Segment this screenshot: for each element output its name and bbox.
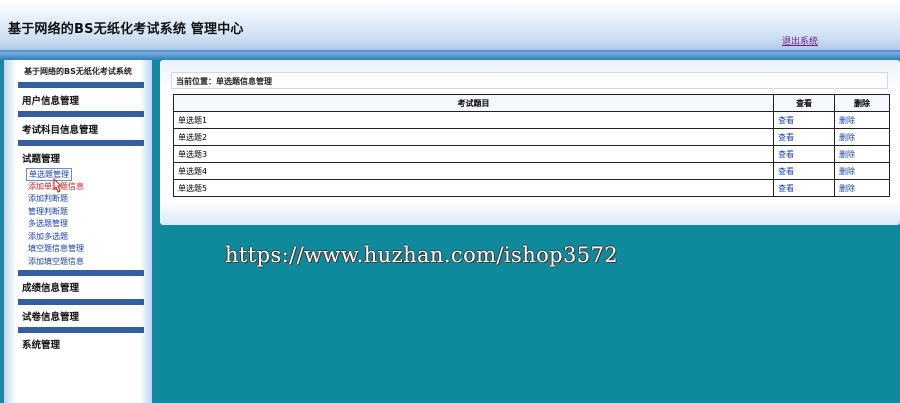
question-title: 单选题5 bbox=[172, 179, 775, 197]
delete-cell: 删除 bbox=[834, 111, 890, 129]
table-header-row: 考试题目 查看 删除 bbox=[172, 94, 890, 112]
delete-link[interactable]: 删除 bbox=[839, 184, 855, 193]
delete-cell: 删除 bbox=[834, 179, 890, 197]
app-header: 基于网络的BS无纸化考试系统 管理中心 退出系统 bbox=[0, 0, 900, 52]
delete-link[interactable]: 删除 bbox=[839, 167, 855, 176]
logout-link[interactable]: 退出系统 bbox=[782, 34, 818, 47]
sidebar-divider bbox=[18, 140, 144, 146]
table-row: 单选题3 查看 删除 bbox=[172, 145, 890, 163]
delete-cell: 删除 bbox=[834, 162, 890, 180]
delete-link[interactable]: 删除 bbox=[839, 150, 855, 159]
question-title: 单选题2 bbox=[172, 128, 775, 146]
delete-link[interactable]: 删除 bbox=[839, 133, 855, 142]
sidebar-title: 基于网络的BS无纸化考试系统 bbox=[24, 67, 132, 76]
question-title: 单选题3 bbox=[172, 145, 775, 163]
table-row: 单选题2 查看 删除 bbox=[172, 128, 890, 146]
sidebar-divider bbox=[18, 299, 144, 305]
view-cell: 查看 bbox=[773, 162, 836, 180]
sidebar-item-add-multi-choice[interactable]: 添加多选题 bbox=[28, 231, 68, 242]
column-header-view: 查看 bbox=[773, 94, 836, 112]
breadcrumb: 当前位置：单选题信息管理 bbox=[171, 72, 888, 89]
sidebar-item-manage-true-false[interactable]: 管理判断题 bbox=[28, 206, 68, 217]
delete-cell: 删除 bbox=[834, 128, 890, 146]
watermark-text: https://www.huzhan.com/ishop3572 bbox=[225, 243, 619, 267]
column-header-title: 考试题目 bbox=[172, 94, 775, 112]
current-location: 当前位置：单选题信息管理 bbox=[176, 77, 272, 86]
view-link[interactable]: 查看 bbox=[778, 133, 794, 142]
delete-cell: 删除 bbox=[834, 145, 890, 163]
question-title: 单选题4 bbox=[172, 162, 775, 180]
view-cell: 查看 bbox=[773, 111, 836, 129]
view-link[interactable]: 查看 bbox=[778, 150, 794, 159]
sidebar-item-add-true-false[interactable]: 添加判断题 bbox=[28, 193, 68, 204]
view-link[interactable]: 查看 bbox=[778, 167, 794, 176]
delete-link[interactable]: 删除 bbox=[839, 116, 855, 125]
column-header-delete: 删除 bbox=[834, 94, 890, 112]
mouse-cursor-icon bbox=[53, 178, 63, 193]
view-link[interactable]: 查看 bbox=[778, 116, 794, 125]
view-cell: 查看 bbox=[773, 128, 836, 146]
sidebar-section-papers[interactable]: 试卷信息管理 bbox=[22, 309, 79, 323]
site-title: 基于网络的BS无纸化考试系统 管理中心 bbox=[8, 22, 244, 37]
header-band bbox=[0, 52, 900, 60]
sidebar-item-fill-blank-manage[interactable]: 填空题信息管理 bbox=[28, 243, 84, 254]
sidebar-item-multi-choice-manage[interactable]: 多选题管理 bbox=[28, 218, 68, 229]
sidebar: 基于网络的BS无纸化考试系统 用户信息管理 考试科目信息管理 试题管理 单选题管… bbox=[0, 60, 156, 403]
table-row: 单选题4 查看 删除 bbox=[172, 162, 890, 180]
sidebar-divider bbox=[18, 82, 144, 88]
question-title: 单选题1 bbox=[172, 111, 775, 129]
sidebar-divider bbox=[18, 111, 144, 117]
question-table: 考试题目 查看 删除 单选题1 查看 删除 单选题2 查看 删除 单选题3 查看… bbox=[172, 94, 890, 197]
sidebar-divider bbox=[18, 270, 144, 276]
sidebar-item-add-fill-blank[interactable]: 添加填空题信息 bbox=[28, 256, 84, 267]
sidebar-section-scores[interactable]: 成绩信息管理 bbox=[22, 280, 79, 294]
sidebar-panel: 基于网络的BS无纸化考试系统 用户信息管理 考试科目信息管理 试题管理 单选题管… bbox=[4, 60, 152, 403]
table-row: 单选题5 查看 删除 bbox=[172, 179, 890, 197]
sidebar-section-system[interactable]: 系统管理 bbox=[22, 337, 60, 351]
table-row: 单选题1 查看 删除 bbox=[172, 111, 890, 129]
view-cell: 查看 bbox=[773, 179, 836, 197]
sidebar-divider bbox=[18, 327, 144, 333]
sidebar-section-user[interactable]: 用户信息管理 bbox=[22, 93, 79, 107]
sidebar-section-questions[interactable]: 试题管理 bbox=[22, 151, 60, 165]
sidebar-item-single-choice-manage[interactable]: 单选题管理 bbox=[26, 168, 72, 181]
view-cell: 查看 bbox=[773, 145, 836, 163]
view-link[interactable]: 查看 bbox=[778, 184, 794, 193]
sidebar-section-subject[interactable]: 考试科目信息管理 bbox=[22, 122, 98, 136]
